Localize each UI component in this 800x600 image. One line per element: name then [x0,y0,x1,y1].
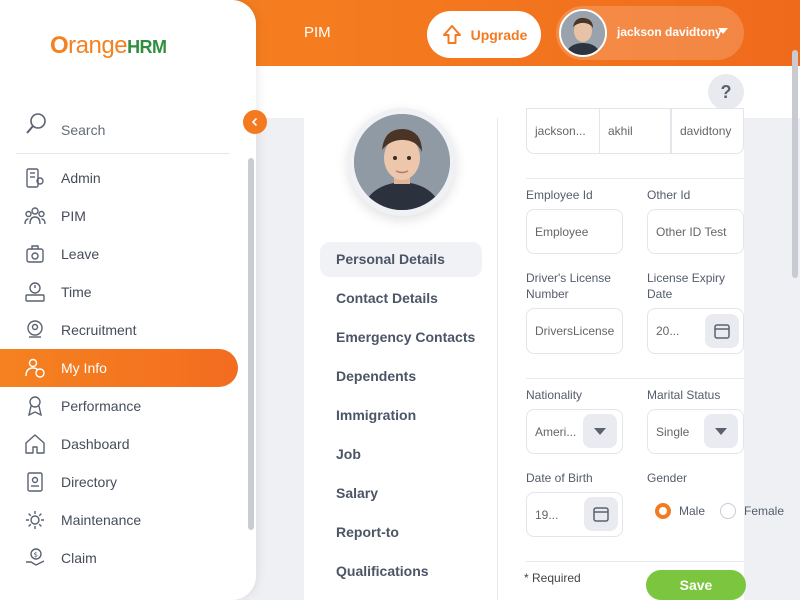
tab-personal-details[interactable]: Personal Details [320,242,482,277]
other-id-input[interactable]: Other ID Test [647,209,744,254]
sidebar-item-admin[interactable]: Admin [0,159,238,197]
search-icon [26,113,46,134]
sidebar: OrangeHRM Search Admin PIM Leave Time Re… [0,0,256,600]
employee-photo[interactable] [348,108,456,216]
sidebar-item-maintenance[interactable]: Maintenance [0,501,238,539]
directory-icon [27,472,43,492]
employee-id-input[interactable]: Employee [526,209,623,254]
tab-report-to[interactable]: Report-to [320,515,482,550]
sidebar-item-leave[interactable]: Leave [0,235,238,273]
tab-immigration[interactable]: Immigration [320,398,482,433]
tab-emergency-contacts[interactable]: Emergency Contacts [320,320,482,355]
employee-id-label: Employee Id [526,188,593,202]
sidebar-item-label: PIM [61,208,86,224]
sidebar-item-dashboard[interactable]: Dashboard [0,425,238,463]
sidebar-item-my-info[interactable]: My Info [0,349,238,387]
page-scrollbar[interactable] [792,50,798,278]
myinfo-icon [25,358,45,378]
orangehrm-logo: OrangeHRM [50,32,167,59]
license-number-label-line1: Driver's License [526,271,611,285]
sidebar-item-label: Claim [61,550,97,566]
sidebar-collapse-button[interactable] [243,110,267,134]
chevron-down-icon[interactable] [704,414,738,448]
tab-qualifications[interactable]: Qualifications [320,554,482,589]
search-label: Search [61,122,106,138]
marital-status-label: Marital Status [647,388,721,402]
section-divider [526,178,744,179]
license-expiry-label-line1: License Expiry [647,271,726,285]
svg-text:$: $ [34,551,38,559]
sidebar-item-label: Recruitment [61,322,137,338]
last-name-input[interactable]: davidtony [671,108,744,154]
leave-icon [26,245,44,263]
sidebar-item-label: Performance [61,398,142,414]
maintenance-icon [26,511,44,529]
tab-contact-details[interactable]: Contact Details [320,281,482,316]
section-divider [526,378,744,379]
upgrade-arrow-icon [442,24,461,44]
sidebar-item-label: Directory [61,474,118,490]
gender-male-label: Male [679,504,706,518]
sidebar-item-label: Time [61,284,92,300]
sidebar-item-label: My Info [61,360,107,376]
chevron-down-icon[interactable] [583,414,617,448]
calendar-icon[interactable] [705,314,739,348]
gender-male-radio[interactable] [655,503,671,519]
middle-name-input[interactable]: akhil [599,108,671,154]
section-divider [526,561,744,562]
tab-salary[interactable]: Salary [320,476,482,511]
claim-icon: $ [26,548,45,566]
user-menu[interactable]: jackson davidtony [556,6,744,60]
dob-label: Date of Birth [526,471,593,485]
employee-tabs: Personal Details Contact Details Emergen… [320,242,482,593]
gender-female-label: Female [744,504,785,518]
license-number-input[interactable]: DriversLicense [526,308,623,354]
chevron-down-icon [718,28,728,34]
sidebar-item-claim[interactable]: $ Claim [0,539,238,577]
time-icon [25,282,45,302]
user-avatar [559,9,607,57]
sidebar-item-directory[interactable]: Directory [0,463,238,501]
sidebar-scrollbar[interactable] [248,158,254,530]
pim-icon [24,207,46,225]
recruitment-icon [27,320,43,338]
required-note: * Required [524,571,581,585]
profile-panel: Personal Details Contact Details Emergen… [304,108,498,600]
sidebar-item-label: Leave [61,246,100,262]
sidebar-item-recruitment[interactable]: Recruitment [0,311,238,349]
upgrade-label: Upgrade [470,26,528,43]
tab-dependents[interactable]: Dependents [320,359,482,394]
chevron-left-icon [251,117,258,127]
sidebar-search[interactable]: Search [16,110,230,154]
sidebar-item-label: Admin [61,170,101,186]
admin-icon [26,168,44,188]
gender-female-radio[interactable] [720,503,736,519]
tab-job[interactable]: Job [320,437,482,472]
license-number-label-line2: Number [526,287,569,301]
nationality-label: Nationality [526,388,583,402]
sidebar-item-label: Dashboard [61,436,130,452]
sidebar-item-label: Maintenance [61,512,142,528]
sidebar-item-performance[interactable]: Performance [0,387,238,425]
gender-label: Gender [647,471,688,485]
performance-icon [27,396,43,417]
calendar-icon[interactable] [584,497,618,531]
save-button[interactable]: Save [646,570,746,600]
upgrade-button[interactable]: Upgrade [427,11,541,58]
dashboard-icon [25,434,45,454]
user-name: jackson davidtony [617,25,722,39]
help-button[interactable]: ? [708,74,744,110]
sidebar-item-time[interactable]: Time [0,273,238,311]
first-name-input[interactable]: jackson... [526,108,600,154]
module-title: PIM [304,24,331,41]
other-id-label: Other Id [647,188,691,202]
license-expiry-label-line2: Date [647,287,673,301]
sidebar-item-pim[interactable]: PIM [0,197,238,235]
